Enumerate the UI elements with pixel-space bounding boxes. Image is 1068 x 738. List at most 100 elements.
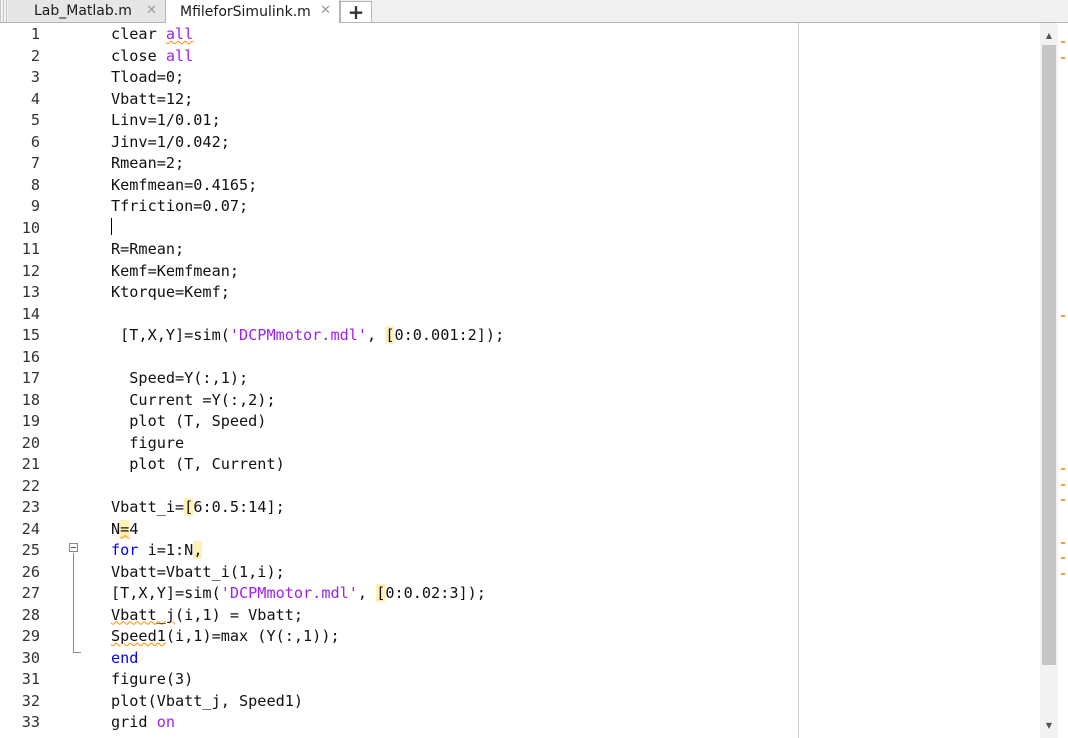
code-text: end [111,648,138,670]
code-token: Rmean=2; [111,154,185,172]
tab-grip-handle[interactable] [0,0,8,22]
code-line[interactable]: 31 figure(3) [0,669,1040,691]
code-line[interactable]: 20 figure [0,433,1040,455]
code-line[interactable]: 27 [T,X,Y]=sim('DCPMmotor.mdl', [0:0.02:3… [0,583,1040,605]
code-text: [T,X,Y]=sim('DCPMmotor.mdl', [0:0.02:3])… [111,583,486,605]
line-number: 17 [21,369,40,387]
code-token: grid [111,713,157,731]
code-line[interactable]: 18 Current =Y(:,2); [0,390,1040,412]
code-line[interactable]: 23 Vbatt_i=[6:0.5:14]; [0,497,1040,519]
line-number: 14 [21,304,40,323]
code-token: = [120,519,130,538]
line-number: 33 [21,713,40,731]
close-icon[interactable]: ✕ [320,3,331,18]
right-margin-line [798,23,799,738]
code-token: 6:0.5:14]; [193,498,285,516]
tab-lab-matlab[interactable]: Lab_Matlab.m ✕ [8,0,166,22]
line-number: 20 [21,433,40,452]
code-token: Speed1 [111,627,166,645]
line-number: 21 [21,455,40,473]
code-line[interactable]: 19 plot (T, Speed) [0,411,1040,433]
code-text: for i=1:N, [111,540,203,562]
code-token: Linv=1/0.01; [111,111,221,129]
code-token: Vbatt=Vbatt_i(1,i); [111,562,285,581]
code-line[interactable]: 2 close all [0,46,1040,68]
code-line[interactable]: 30 end [0,648,1040,670]
line-number: 4 [30,89,40,108]
warning-marker[interactable] [1061,557,1065,559]
code-token: Current =Y(:,2); [111,390,276,409]
warning-marker[interactable] [1061,542,1065,544]
fold-collapse-icon[interactable] [69,543,78,552]
code-line[interactable]: 9 Tfriction=0.07; [0,196,1040,218]
warning-marker[interactable] [1061,57,1065,59]
code-line[interactable]: 28 Vbatt_j(i,1) = Vbatt; [0,605,1040,627]
code-text: plot (T, Current) [111,454,285,476]
code-line[interactable]: 33 grid on [0,712,1040,734]
code-line[interactable]: 11 R=Rmean; [0,239,1040,261]
code-line[interactable]: 13 Ktorque=Kemf; [0,282,1040,304]
code-line[interactable]: 4 Vbatt=12; [0,89,1040,111]
code-line[interactable]: 26 Vbatt=Vbatt_i(1,i); [0,562,1040,584]
code-token: clear [111,25,166,43]
code-line[interactable]: 25 for i=1:N, [0,540,1040,562]
code-text: Jinv=1/0.042; [111,132,230,154]
code-line[interactable]: 6 Jinv=1/0.042; [0,132,1040,154]
code-token: Speed=Y(:,1); [111,369,249,387]
code-text: figure(3) [111,669,193,691]
warning-marker[interactable] [1061,41,1065,43]
arrow-up-icon[interactable]: ▲ [1040,27,1058,43]
code-token: Vbatt=12; [111,89,194,108]
code-line[interactable]: 14 [0,304,1040,326]
code-line[interactable]: 3 Tload=0; [0,67,1040,89]
code-text: plot (T, Speed) [111,411,266,433]
tab-mfileforsimulink[interactable]: MfileforSimulink.m ✕ [166,0,340,23]
code-line[interactable]: 10 [0,218,1040,240]
line-number: 5 [30,111,40,129]
line-number: 8 [30,175,40,194]
code-line[interactable]: 1 clear all [0,24,1040,46]
plus-icon[interactable]: + [340,0,372,24]
vertical-scrollbar[interactable]: ▲ ▼ [1040,23,1058,738]
code-token: plot (T, Current) [111,455,285,473]
warning-marker[interactable] [1061,499,1065,501]
code-editor[interactable]: 1 clear all 2 close all 3 Tload=0; 4 Vbatt=12; 5… [0,23,1068,738]
code-line[interactable]: 8 Kemfmean=0.4165; [0,175,1040,197]
warning-marker[interactable] [1061,468,1065,470]
code-token: all [165,25,194,43]
code-token: for [111,541,139,559]
code-line[interactable]: 16 [0,347,1040,369]
code-line[interactable]: 29 Speed1(i,1)=max (Y(:,1)); [0,626,1040,648]
line-number: 16 [21,347,40,366]
code-line[interactable]: 5 Linv=1/0.01; [0,110,1040,132]
code-line[interactable]: 32 plot(Vbatt_j, Speed1) [0,691,1040,713]
code-text: Vbatt_j(i,1) = Vbatt; [111,605,303,627]
code-line[interactable]: 7 Rmean=2; [0,153,1040,175]
code-line[interactable]: 21 plot (T, Current) [0,454,1040,476]
code-token: 'DCPMmotor.mdl' [229,326,368,344]
code-line[interactable]: 15 [T,X,Y]=sim('DCPMmotor.mdl', [0:0.001… [0,325,1040,347]
tab-label: MfileforSimulink.m [180,3,311,20]
arrow-down-icon[interactable]: ▼ [1040,717,1058,733]
code-area[interactable]: 1 clear all 2 close all 3 Tload=0; 4 Vbatt=12; 5… [0,23,1040,738]
code-line[interactable]: 24 N=4 [0,519,1040,541]
line-number: 2 [30,46,40,65]
code-line[interactable]: 22 [0,476,1040,498]
line-number: 9 [30,197,40,215]
code-line[interactable]: 17 Speed=Y(:,1); [0,368,1040,390]
code-text: Vbatt_i=[6:0.5:14]; [111,497,285,519]
line-number: 22 [21,476,40,495]
text-cursor [111,218,112,235]
warning-marker[interactable] [1061,315,1065,317]
code-text: Linv=1/0.01; [111,110,221,132]
code-line[interactable]: 12 Kemf=Kemfmean; [0,261,1040,283]
code-token: end [111,648,139,667]
line-number: 27 [21,584,40,602]
code-text: Kemfmean=0.4165; [111,175,257,197]
code-token: , [193,541,203,559]
code-text: Rmean=2; [111,153,184,175]
warning-marker[interactable] [1061,484,1065,486]
scrollbar-thumb[interactable] [1042,45,1056,665]
close-icon[interactable]: ✕ [146,3,157,18]
warning-marker[interactable] [1061,573,1065,575]
